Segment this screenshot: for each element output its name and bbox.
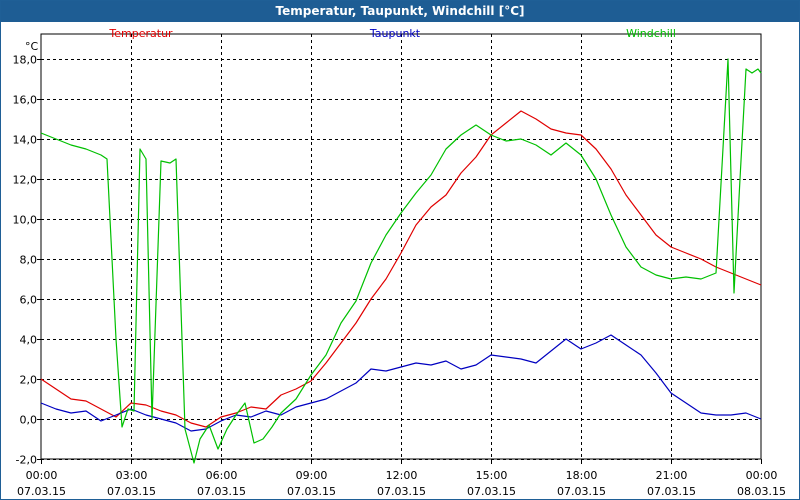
x-tick-time-label: 03:00 xyxy=(116,469,148,482)
legend-label-windchill: Windchill xyxy=(626,27,676,40)
y-tick-label: 16,0 xyxy=(13,94,38,107)
x-tick-date-label: 07.03.15 xyxy=(647,485,696,498)
x-tick-time-label: 00:00 xyxy=(26,469,58,482)
y-axis-unit-label: °C xyxy=(25,40,39,53)
y-tick-label: 4,0 xyxy=(20,334,38,347)
x-tick-time-label: 12:00 xyxy=(386,469,418,482)
x-tick-time-label: 06:00 xyxy=(206,469,238,482)
legend-label-temperatur: Temperatur xyxy=(108,27,173,40)
window-title: Temperatur, Taupunkt, Windchill [°C] xyxy=(1,1,799,22)
y-tick-label: 8,0 xyxy=(20,254,38,267)
y-tick-label: 10,0 xyxy=(13,214,38,227)
x-tick-date-label: 07.03.15 xyxy=(377,485,426,498)
x-tick-date-label: 07.03.15 xyxy=(557,485,606,498)
x-tick-time-label: 15:00 xyxy=(476,469,508,482)
x-tick-time-label: 09:00 xyxy=(296,469,328,482)
x-tick-date-label: 07.03.15 xyxy=(17,485,66,498)
y-tick-label: 0,0 xyxy=(20,414,38,427)
y-tick-label: 2,0 xyxy=(20,374,38,387)
x-tick-date-label: 07.03.15 xyxy=(197,485,246,498)
chart-window: Temperatur, Taupunkt, Windchill [°C] 18,… xyxy=(0,0,800,500)
y-tick-label: 18,0 xyxy=(13,54,38,67)
x-tick-time-label: 00:00 xyxy=(746,469,778,482)
x-tick-date-label: 07.03.15 xyxy=(107,485,156,498)
x-tick-time-label: 18:00 xyxy=(566,469,598,482)
y-tick-label: 14,0 xyxy=(13,134,38,147)
y-tick-label: -2,0 xyxy=(16,454,37,467)
x-tick-date-label: 08.03.15 xyxy=(737,485,786,498)
legend-label-taupunkt: Taupunkt xyxy=(369,27,421,40)
x-tick-date-label: 07.03.15 xyxy=(287,485,336,498)
y-tick-label: 12,0 xyxy=(13,174,38,187)
x-tick-date-label: 07.03.15 xyxy=(467,485,516,498)
chart: 18,016,014,012,010,08,06,04,02,00,0-2,0 … xyxy=(13,27,786,498)
y-tick-label: 6,0 xyxy=(20,294,38,307)
x-tick-time-label: 21:00 xyxy=(656,469,688,482)
